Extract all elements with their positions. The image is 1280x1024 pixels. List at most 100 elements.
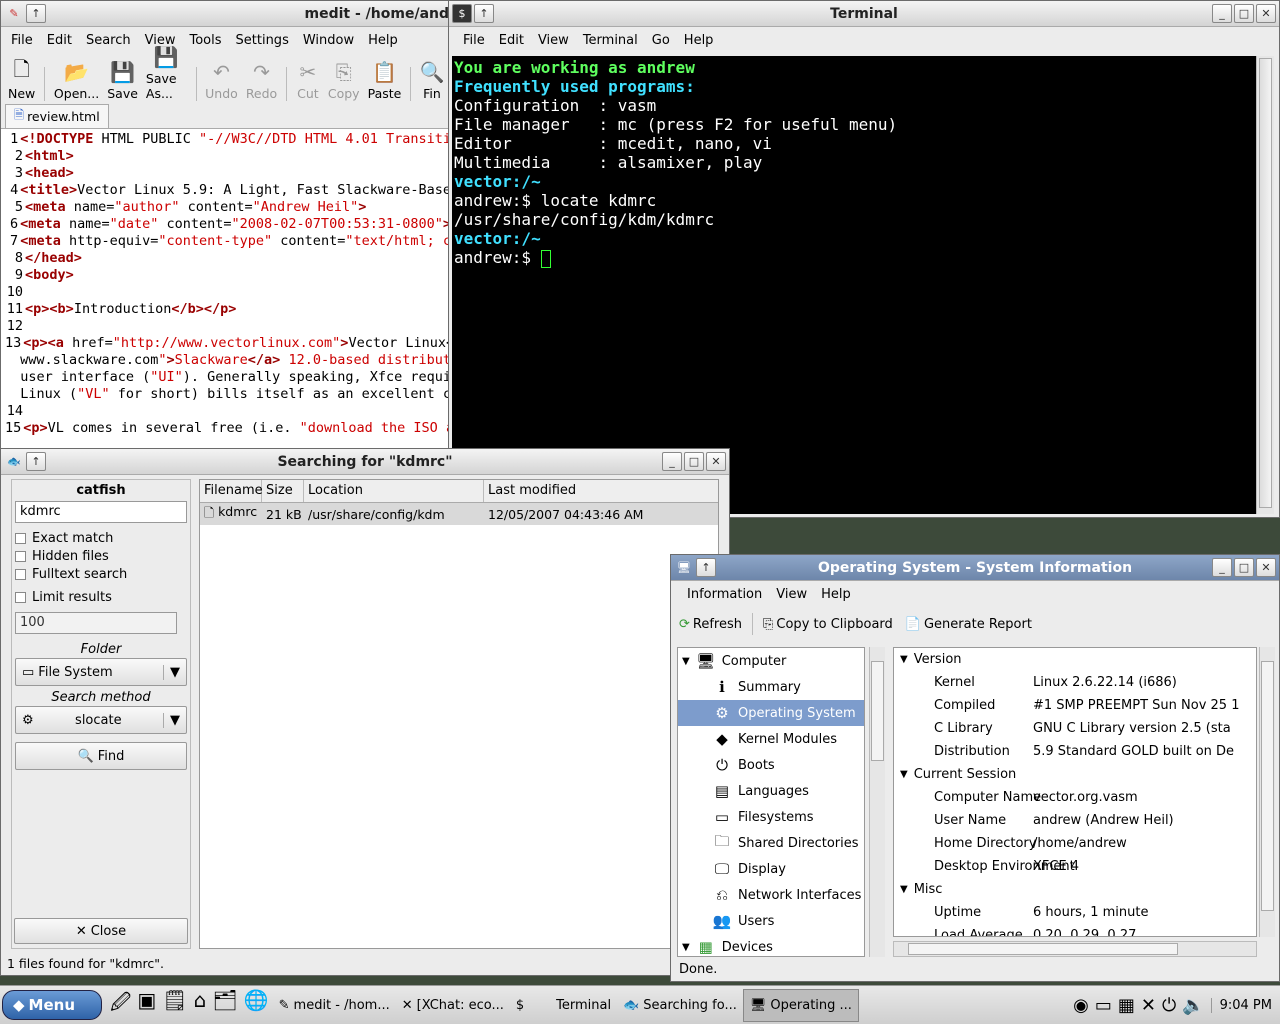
terminal-menu-help[interactable]: Help — [678, 30, 720, 51]
terminal-output[interactable]: You are working as andrew Frequently used… — [452, 56, 1256, 514]
folder-combo[interactable]: ▭ File System ▼ — [15, 658, 187, 686]
limit-results-checkbox[interactable]: Limit results — [15, 588, 187, 606]
info-row[interactable]: Load Average 0.20, 0.29, 0.27 — [894, 924, 1256, 936]
maximize-button[interactable]: □ — [1234, 558, 1254, 577]
terminal-launcher-icon[interactable]: ▣ — [137, 988, 156, 1022]
terminal-titlebar[interactable]: $ ↑ Terminal _ □ ✕ — [449, 1, 1279, 27]
notes-launcher-icon[interactable]: 🗒 — [162, 988, 187, 1022]
scrollbar-thumb[interactable] — [1259, 58, 1272, 508]
close-button[interactable]: ✕ — [1256, 4, 1276, 23]
save-as-button[interactable]: 💾 Save As... — [143, 45, 190, 101]
sysinfo-shade-button[interactable]: ↑ — [696, 558, 716, 577]
generate-report-button[interactable]: 📄 Generate Report — [905, 617, 1032, 632]
cut-button[interactable]: ✂ Cut — [293, 60, 323, 101]
task-medit[interactable]: ✎ medit - /hom... — [273, 989, 396, 1022]
tree-item-languages[interactable]: ▤ Languages — [678, 778, 864, 804]
tree-computer[interactable]: ▼ 🖥 Computer — [678, 648, 864, 674]
tree-item-shared-directories[interactable]: 🗀 Shared Directories — [678, 830, 864, 856]
terminal-shade-button[interactable]: ↑ — [474, 4, 494, 23]
tree-devices[interactable]: ▼ ▦ Devices — [678, 934, 864, 956]
undo-button[interactable]: ↶ Undo — [202, 60, 241, 101]
close-dialog-button[interactable]: ✕ Close — [14, 918, 188, 944]
info-row[interactable]: Computer Name vector.org.vasm — [894, 786, 1256, 809]
info-row[interactable]: C Library GNU C Library version 2.5 (sta — [894, 717, 1256, 740]
terminal-menu-terminal[interactable]: Terminal — [577, 30, 644, 51]
search-input[interactable]: kdmrc — [15, 501, 187, 523]
catfish-shade-button[interactable]: ↑ — [26, 452, 46, 471]
medit-shade-button[interactable]: ↑ — [26, 4, 46, 23]
audio-tray-icon[interactable]: ◉ — [1073, 995, 1089, 1016]
info-row[interactable]: User Name andrew (Andrew Heil) — [894, 809, 1256, 832]
refresh-button[interactable]: ⟳ Refresh — [679, 617, 742, 632]
tree-item-display[interactable]: 🖵 Display — [678, 856, 864, 882]
tab-review-html[interactable]: 🗎 review.html — [5, 104, 109, 128]
maximize-button[interactable]: □ — [1234, 4, 1254, 23]
files-launcher-icon[interactable]: 🗂 — [212, 988, 237, 1022]
details-vscrollbar[interactable] — [1259, 647, 1275, 937]
sysinfo-app-icon[interactable]: 🖥 — [674, 558, 694, 577]
col-last-modified[interactable]: Last modified — [484, 480, 718, 502]
col-size[interactable]: Size — [262, 480, 304, 502]
info-row[interactable]: Kernel Linux 2.6.22.14 (i686) — [894, 671, 1256, 694]
catfish-app-icon[interactable]: 🐟 — [4, 452, 24, 471]
section-version[interactable]: ▼ Version — [894, 648, 1256, 671]
medit-menu-window[interactable]: Window — [297, 30, 360, 51]
task-xchat[interactable]: ✕ [XChat: eco... — [396, 989, 510, 1022]
browser-launcher-icon[interactable]: 🌐 — [244, 988, 269, 1022]
tree-item-users[interactable]: 👥 Users — [678, 908, 864, 934]
redo-button[interactable]: ↷ Redo — [243, 60, 280, 101]
medit-menu-tools[interactable]: Tools — [183, 30, 227, 51]
workspace-switcher-icon[interactable]: ▦ — [1118, 995, 1135, 1016]
minimize-button[interactable]: _ — [1212, 4, 1232, 23]
minimize-button[interactable]: _ — [1212, 558, 1232, 577]
col-location[interactable]: Location — [304, 480, 484, 502]
terminal-menu-go[interactable]: Go — [646, 30, 676, 51]
maximize-button[interactable]: □ — [684, 452, 704, 471]
search-method-combo[interactable]: ⚙ slocate ▼ — [15, 706, 187, 734]
save-button[interactable]: 💾 Save — [104, 60, 141, 101]
volume-icon[interactable]: 🔈 — [1182, 995, 1204, 1016]
menu-button[interactable]: ◆ Menu — [2, 990, 102, 1020]
task-catfish[interactable]: 🐟 Searching fo... — [617, 989, 743, 1022]
scrollbar-thumb[interactable] — [871, 661, 884, 761]
terminal-scrollbar[interactable] — [1256, 56, 1274, 514]
exact-match-checkbox[interactable]: Exact match — [15, 529, 187, 547]
minimize-button[interactable]: _ — [662, 452, 682, 471]
info-row[interactable]: Home Directory/home/andrew — [894, 832, 1256, 855]
catfish-titlebar[interactable]: 🐟 ↑ Searching for "kdmrc" _ □ ✕ — [1, 449, 729, 475]
tree-scrollbar[interactable] — [869, 647, 885, 957]
medit-titlebar[interactable]: ✎ ↑ medit - /home/and — [1, 1, 451, 27]
tree-item-kernel-modules[interactable]: ◆ Kernel Modules — [678, 726, 864, 752]
drive-tray-icon[interactable]: ▭ — [1095, 995, 1112, 1016]
info-row[interactable]: Uptime 6 hours, 1 minute — [894, 901, 1256, 924]
clock[interactable]: 9:04 PM — [1210, 997, 1280, 1013]
copy-clipboard-button[interactable]: ⎘ Copy to Clipboard — [763, 617, 893, 632]
medit-menu-help[interactable]: Help — [362, 30, 404, 51]
sysinfo-menu-view[interactable]: View — [770, 584, 813, 605]
sysinfo-menu-help[interactable]: Help — [815, 584, 857, 605]
close-button[interactable]: ✕ — [1256, 558, 1276, 577]
paste-button[interactable]: 📋 Paste — [365, 60, 405, 101]
terminal-menu-file[interactable]: File — [457, 30, 491, 51]
new-button[interactable]: 🗋 New — [5, 57, 38, 101]
code-editor[interactable]: 1 <!DOCTYPE HTML PUBLIC "-//W3C//DTD HTML… — [1, 129, 451, 449]
hidden-files-checkbox[interactable]: Hidden files — [15, 547, 187, 565]
sysinfo-menu-information[interactable]: Information — [681, 584, 768, 605]
find-button[interactable]: 🔍 Fin — [417, 60, 447, 101]
medit-menu-settings[interactable]: Settings — [230, 30, 295, 51]
scrollbar-thumb[interactable] — [908, 943, 1178, 955]
section-current-session[interactable]: ▼ Current Session — [894, 763, 1256, 786]
info-row[interactable]: Desktop Environment XFCE 4 — [894, 855, 1256, 878]
table-row[interactable]: 🗋 kdmrc 21 kB /usr/share/config/kdm 12/05… — [200, 503, 718, 525]
tree-item-summary[interactable]: ℹ Summary — [678, 674, 864, 700]
close-button[interactable]: ✕ — [706, 452, 726, 471]
terminal-menu-edit[interactable]: Edit — [493, 30, 530, 51]
open-button[interactable]: 📂 Open... — [51, 60, 102, 101]
tree-item-network-interfaces[interactable]: ⎌ Network Interfaces — [678, 882, 864, 908]
medit-app-icon[interactable]: ✎ — [4, 4, 24, 23]
copy-button[interactable]: ⎘ Copy — [325, 60, 363, 101]
scrollbar-thumb[interactable] — [1261, 661, 1274, 911]
find-button[interactable]: 🔍 Find — [15, 742, 187, 770]
terminal-menu-view[interactable]: View — [532, 30, 575, 51]
medit-menu-search[interactable]: Search — [80, 30, 137, 51]
